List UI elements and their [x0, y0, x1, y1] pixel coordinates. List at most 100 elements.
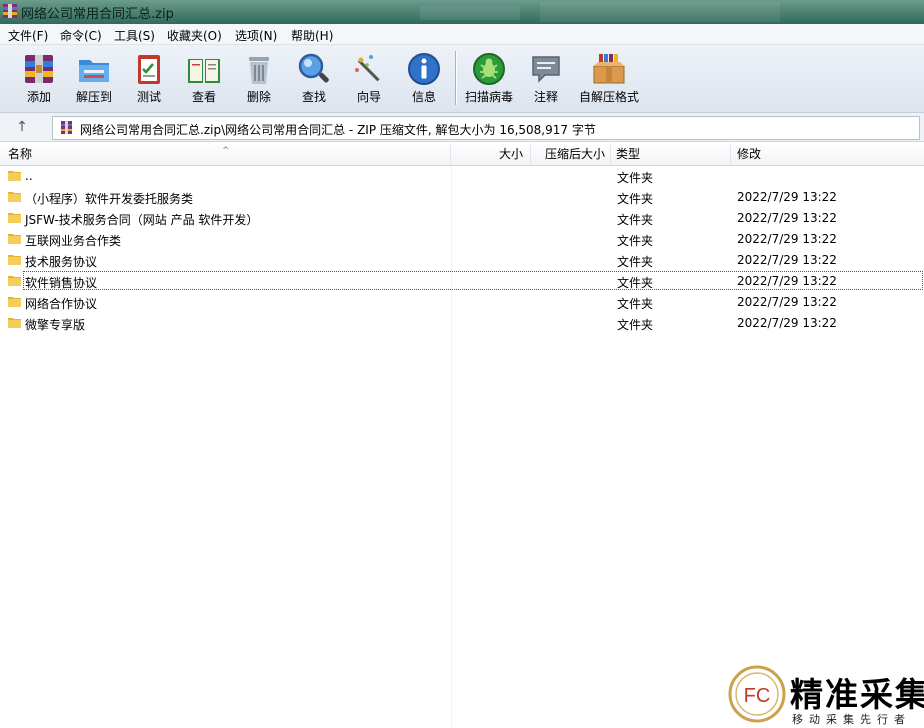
folder-icon — [8, 255, 21, 265]
column-header-type[interactable]: 类型 — [611, 143, 731, 165]
item-type: 文件夹 — [617, 192, 654, 206]
item-modified: 2022/7/29 13:22 — [737, 211, 837, 225]
menu-tools[interactable]: 工具(S) — [114, 27, 155, 44]
info-label: 信息 — [411, 90, 436, 104]
sfx-box-icon — [593, 54, 625, 84]
title-bar: 网络公司常用合同汇总.zip — [0, 0, 924, 24]
list-item[interactable]: （小程序）软件开发委托服务类 文件夹 2022/7/29 13:22 — [0, 187, 924, 208]
extract-to-button[interactable]: 解压到 — [72, 45, 116, 109]
sfx-label: 自解压格式 — [578, 90, 639, 104]
wizard-wand-icon — [355, 55, 380, 82]
item-name: .. — [25, 169, 33, 183]
item-name: 网络合作协议 — [25, 297, 98, 311]
folder-icon — [8, 297, 21, 307]
comment-button[interactable]: 注释 — [527, 45, 565, 109]
item-type: 文件夹 — [617, 171, 654, 185]
address-path: 网络公司常用合同汇总.zip\网络公司常用合同汇总 - ZIP 压缩文件, 解包… — [80, 123, 596, 137]
folder-icon — [8, 213, 21, 223]
item-type: 文件夹 — [617, 276, 654, 290]
menu-favorites[interactable]: 收藏夹(O) — [167, 27, 222, 44]
test-label: 测试 — [136, 90, 161, 104]
winrar-app-icon[interactable] — [2, 3, 18, 19]
view-label: 查看 — [191, 90, 216, 104]
trash-icon — [249, 57, 269, 84]
item-modified: 2022/7/29 13:22 — [737, 253, 837, 267]
seal-text: FC — [744, 685, 771, 707]
column-header-row: 名称 ^ 大小 压缩后大小 类型 修改 — [0, 143, 924, 166]
view-book-icon — [188, 59, 220, 83]
virus-scan-button[interactable]: 扫描病毒 — [463, 45, 515, 109]
sort-ascending-icon: ^ — [222, 146, 230, 156]
list-item[interactable]: 微擎专享版 文件夹 2022/7/29 13:22 — [0, 313, 924, 334]
watermark-subtitle: 移动采集先行者 — [792, 713, 911, 726]
add-label: 添加 — [26, 90, 51, 104]
watermark-logo: FC 精准采集 移动采集先行者 — [726, 664, 924, 728]
column-header-size[interactable]: 大小 — [451, 143, 531, 165]
list-item[interactable]: 网络合作协议 文件夹 2022/7/29 13:22 — [0, 292, 924, 313]
item-modified: 2022/7/29 13:22 — [737, 274, 837, 288]
info-icon — [408, 53, 440, 85]
column-header-name-label: 名称 — [8, 147, 33, 161]
fc-seal-logo: FC — [728, 665, 786, 723]
column-header-name[interactable]: 名称 ^ — [0, 143, 451, 165]
item-modified: 2022/7/29 13:22 — [737, 190, 837, 204]
add-button[interactable]: 添加 — [19, 45, 59, 109]
folder-icon — [8, 276, 21, 286]
delete-button[interactable]: 删除 — [240, 45, 278, 109]
list-item[interactable]: JSFW-技术服务合同（网站 产品 软件开发） 文件夹 2022/7/29 13… — [0, 208, 924, 229]
toolbar: 添加 解压到 测试 查看 删除 查找 向导 信息 扫描病毒 注释 自解压格式 — [0, 45, 924, 113]
wizard-button[interactable]: 向导 — [350, 45, 388, 109]
comment-icon — [532, 56, 560, 83]
folder-icon — [8, 318, 21, 328]
item-modified: 2022/7/29 13:22 — [737, 295, 837, 309]
window-title: 网络公司常用合同汇总.zip — [21, 7, 174, 22]
menu-options[interactable]: 选项(N) — [235, 27, 277, 44]
folder-icon — [8, 171, 21, 181]
item-type: 文件夹 — [617, 318, 654, 332]
column-header-packed[interactable]: 压缩后大小 — [531, 143, 611, 165]
address-bar[interactable]: 网络公司常用合同汇总.zip\网络公司常用合同汇总 - ZIP 压缩文件, 解包… — [52, 116, 920, 140]
delete-label: 删除 — [246, 90, 271, 104]
column-header-modified[interactable]: 修改 — [731, 143, 924, 165]
item-name: 技术服务协议 — [25, 255, 98, 269]
virus-scan-label: 扫描病毒 — [464, 90, 513, 104]
find-button[interactable]: 查找 — [295, 45, 333, 109]
test-icon — [138, 55, 160, 84]
item-name: （小程序）软件开发委托服务类 — [25, 192, 194, 206]
item-name: 软件销售协议 — [25, 276, 98, 290]
comment-label: 注释 — [533, 90, 558, 104]
toolbar-separator — [455, 51, 456, 105]
menu-commands[interactable]: 命令(C) — [60, 27, 102, 44]
extract-to-icon — [79, 60, 109, 82]
item-type: 文件夹 — [617, 255, 654, 269]
menu-help[interactable]: 帮助(H) — [291, 27, 333, 44]
up-arrow-icon[interactable]: ↑ — [10, 118, 34, 136]
sfx-button[interactable]: 自解压格式 — [577, 45, 641, 109]
menu-file[interactable]: 文件(F) — [8, 27, 48, 44]
add-archive-icon — [25, 55, 53, 83]
magnifier-icon — [298, 53, 329, 83]
view-button[interactable]: 查看 — [183, 45, 225, 109]
item-type: 文件夹 — [617, 234, 654, 248]
extract-to-label: 解压到 — [75, 90, 112, 104]
virus-scan-icon — [473, 53, 505, 85]
menu-bar: 文件(F) 命令(C) 工具(S) 收藏夹(O) 选项(N) 帮助(H) — [0, 24, 924, 45]
zip-archive-icon — [61, 121, 72, 134]
item-modified: 2022/7/29 13:22 — [737, 316, 837, 330]
folder-icon — [8, 234, 21, 244]
title-bar-background — [420, 6, 520, 20]
list-item-focused[interactable]: 软件销售协议 文件夹 2022/7/29 13:22 — [0, 271, 924, 292]
item-name: JSFW-技术服务合同（网站 产品 软件开发） — [25, 213, 259, 227]
test-button[interactable]: 测试 — [130, 45, 168, 109]
list-item[interactable]: 技术服务协议 文件夹 2022/7/29 13:22 — [0, 250, 924, 271]
file-list: .. 文件夹 （小程序）软件开发委托服务类 文件夹 2022/7/29 13:2… — [0, 166, 924, 728]
folder-icon — [8, 192, 21, 202]
item-modified: 2022/7/29 13:22 — [737, 232, 837, 246]
title-bar-background — [540, 2, 780, 22]
list-item[interactable]: 互联网业务合作类 文件夹 2022/7/29 13:22 — [0, 229, 924, 250]
list-item[interactable]: .. 文件夹 — [0, 166, 924, 187]
item-type: 文件夹 — [617, 297, 654, 311]
wizard-label: 向导 — [356, 90, 381, 104]
info-button[interactable]: 信息 — [405, 45, 443, 109]
item-type: 文件夹 — [617, 213, 654, 227]
